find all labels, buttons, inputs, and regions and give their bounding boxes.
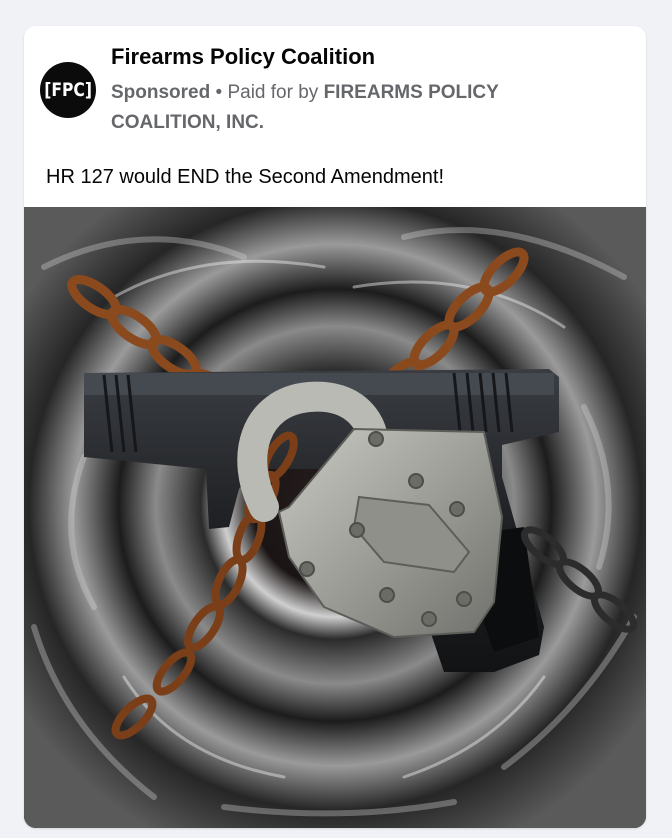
page-name-link[interactable]: Firearms Policy Coalition (111, 44, 375, 70)
sponsored-label[interactable]: Sponsored (111, 82, 210, 103)
post-body-text: HR 127 would END the Second Amendment! (46, 166, 444, 188)
paid-for-prefix: Paid for by (227, 82, 319, 103)
meta-separator: • (215, 82, 223, 103)
avatar-logo-text: [FPC] (44, 79, 92, 101)
sponsored-post-card: [FPC] Firearms Policy Coalition Sponsore… (24, 26, 646, 828)
post-meta: Sponsored • Paid for by FIREARMS POLICY … (111, 78, 561, 138)
page-avatar[interactable]: [FPC] (40, 62, 96, 118)
post-image[interactable] (24, 207, 646, 828)
